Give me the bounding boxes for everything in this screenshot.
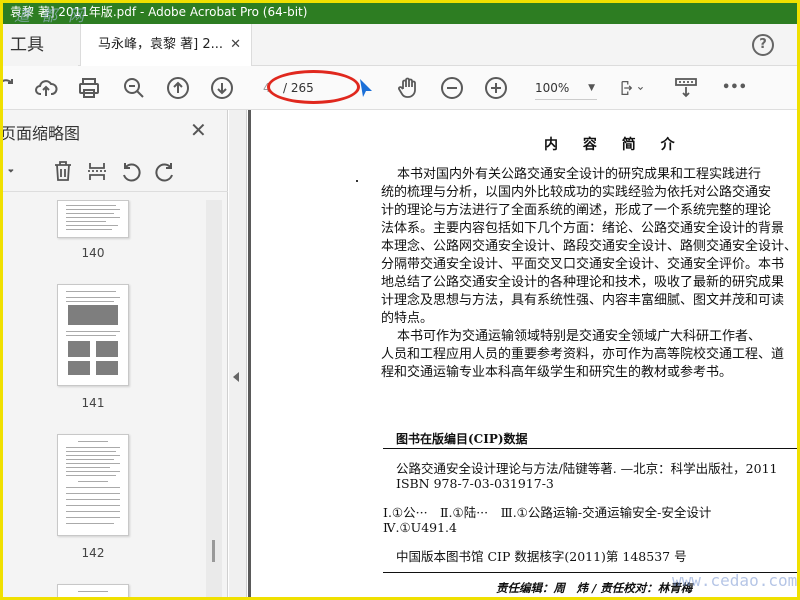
zoom-minus-icon[interactable] <box>440 76 464 100</box>
zoom-out-search-icon[interactable] <box>122 76 146 100</box>
thumbnail-page[interactable] <box>57 200 129 238</box>
page-up-icon[interactable] <box>166 76 190 100</box>
thumbnail-label: 142 <box>81 546 105 560</box>
tab-document[interactable]: 马永峰，袁黎 著] 2... ✕ <box>80 24 252 66</box>
para-line: 人员和工程应用人员的重要参考资料，亦可作为高等院校交通工程、道 <box>381 347 785 362</box>
delete-page-icon[interactable] <box>52 160 74 182</box>
para-line: 统的梳理与分析，以国内外比较成功的实践经验为依托对公路交通安 <box>381 185 772 200</box>
options-menu-icon[interactable] <box>0 160 24 182</box>
thumbnail-page[interactable] <box>57 284 129 386</box>
thumbnail-list: 140 141 142 <box>0 200 206 600</box>
para-line: 本书对国内外有关公路交通安全设计的研究成果和工程实践进行 <box>397 167 762 182</box>
para-line: 程和交通运输专业本科高年级学生和研究生的教材或参考书。 <box>381 365 733 380</box>
para-line: 地总结了公路交通安全设计的各种理论和技术，吸收了最新的研究成果 <box>381 275 785 290</box>
para-line: 计理念及思想与方法，具有系统性强、内容丰富细腻、图文并茂和可读 <box>381 293 785 308</box>
pdf-page: 内 容 简 介 本书对国内外有关公路交通安全设计的研究成果和工程实践进行 统的梳… <box>251 110 800 600</box>
tab-bar: 工具 马永峰，袁黎 著] 2... ✕ ? <box>0 24 800 66</box>
thumbnail-page[interactable] <box>57 584 129 600</box>
cip-rule <box>383 448 800 449</box>
cip-line: Ⅰ.①公··· Ⅱ.①陆··· Ⅲ.①公路运输-交通运输安全-安全设计 <box>383 505 712 520</box>
rotate-right-icon[interactable] <box>154 160 176 182</box>
upload-icon[interactable] <box>34 76 58 100</box>
window-title: 袁黎 著] 2011年版.pdf - Adobe Acrobat Pro (64… <box>0 0 800 24</box>
thumbnail-label: 141 <box>81 396 105 410</box>
para-line: 计的理论与方法进行了全面系统的阐述，形成了一个系统完整的理论 <box>381 203 772 218</box>
cip-heading: 图书在版编目(CIP)数据 <box>396 432 528 446</box>
tab-tools[interactable]: 工具 <box>0 24 78 66</box>
highlight-annotation <box>267 70 360 104</box>
chevron-down-icon: ▼ <box>588 83 595 93</box>
editors-line: 责任编辑：周 炜 / 责任校对：林青梅 <box>496 581 693 595</box>
zoom-plus-icon[interactable] <box>484 76 508 100</box>
thumbnail-page[interactable] <box>57 434 129 536</box>
rotate-left-icon[interactable] <box>120 160 142 182</box>
cip-line: Ⅳ.①U491.4 <box>383 520 457 535</box>
fit-page-icon[interactable] <box>620 76 654 100</box>
zoom-select[interactable]: 100% ▼ <box>535 76 597 100</box>
doc-title: 内 容 简 介 <box>544 137 685 153</box>
para-line: 本理念、公路网交通安全设计、路段交通安全设计、路侧交通安全设计、 <box>381 239 798 254</box>
panel-title: 页面缩略图 <box>0 124 81 143</box>
panel-splitter[interactable] <box>229 110 247 600</box>
hand-icon[interactable] <box>396 76 420 100</box>
page-speck <box>356 180 358 182</box>
help-icon[interactable]: ? <box>752 34 774 56</box>
cip-line: ISBN 978-7-03-031917-3 <box>396 476 554 491</box>
para-line: 分隔带交通安全设计、平面交叉口交通安全设计、交通安全评价。本书 <box>381 257 785 272</box>
watermark-top: 道 都 网 <box>14 6 88 25</box>
panel-close-icon[interactable]: ✕ <box>190 118 207 142</box>
page-down-icon[interactable] <box>210 76 234 100</box>
collapse-arrow-icon[interactable] <box>233 372 239 382</box>
tab-close-icon[interactable]: ✕ <box>230 24 241 66</box>
cip-line: 公路交通安全设计理论与方法/陆键等著. —北京：科学出版社，2011 <box>396 461 778 476</box>
extract-page-icon[interactable] <box>86 160 108 182</box>
thumbnail-label: 140 <box>81 246 105 260</box>
zoom-value: 100% <box>535 81 570 95</box>
document-view[interactable]: 内 容 简 介 本书对国内外有关公路交通安全设计的研究成果和工程实践进行 统的梳… <box>248 110 800 600</box>
scrollbar-thumb[interactable] <box>212 540 215 562</box>
para-line: 法体系。主要内容包括如下几个方面：绪论、公路交通安全设计的背景 <box>381 221 785 236</box>
cip-line: 中国版本图书馆 CIP 数据核字(2011)第 148537 号 <box>396 549 687 564</box>
para-line: 的特点。 <box>381 311 434 326</box>
toolbar: 4 / 265 100% ▼ ••• <box>0 66 800 110</box>
thumbnail-panel: 页面缩略图 ✕ 140 141 142 <box>0 110 228 600</box>
thumbnail-scrollbar[interactable] <box>206 200 222 600</box>
print-icon[interactable] <box>77 76 101 100</box>
scroll-mode-icon[interactable] <box>674 76 698 100</box>
panel-toolbar <box>0 152 228 192</box>
more-icon[interactable]: ••• <box>722 76 747 100</box>
tab-document-label: 马永峰，袁黎 著] 2... <box>98 37 224 52</box>
watermark-bottom: www.cedao.com <box>672 571 798 590</box>
para-line: 本书可作为交通运输领域特别是交通安全领域广大科研工作者、 <box>397 329 762 344</box>
rotate-icon[interactable] <box>0 76 18 100</box>
